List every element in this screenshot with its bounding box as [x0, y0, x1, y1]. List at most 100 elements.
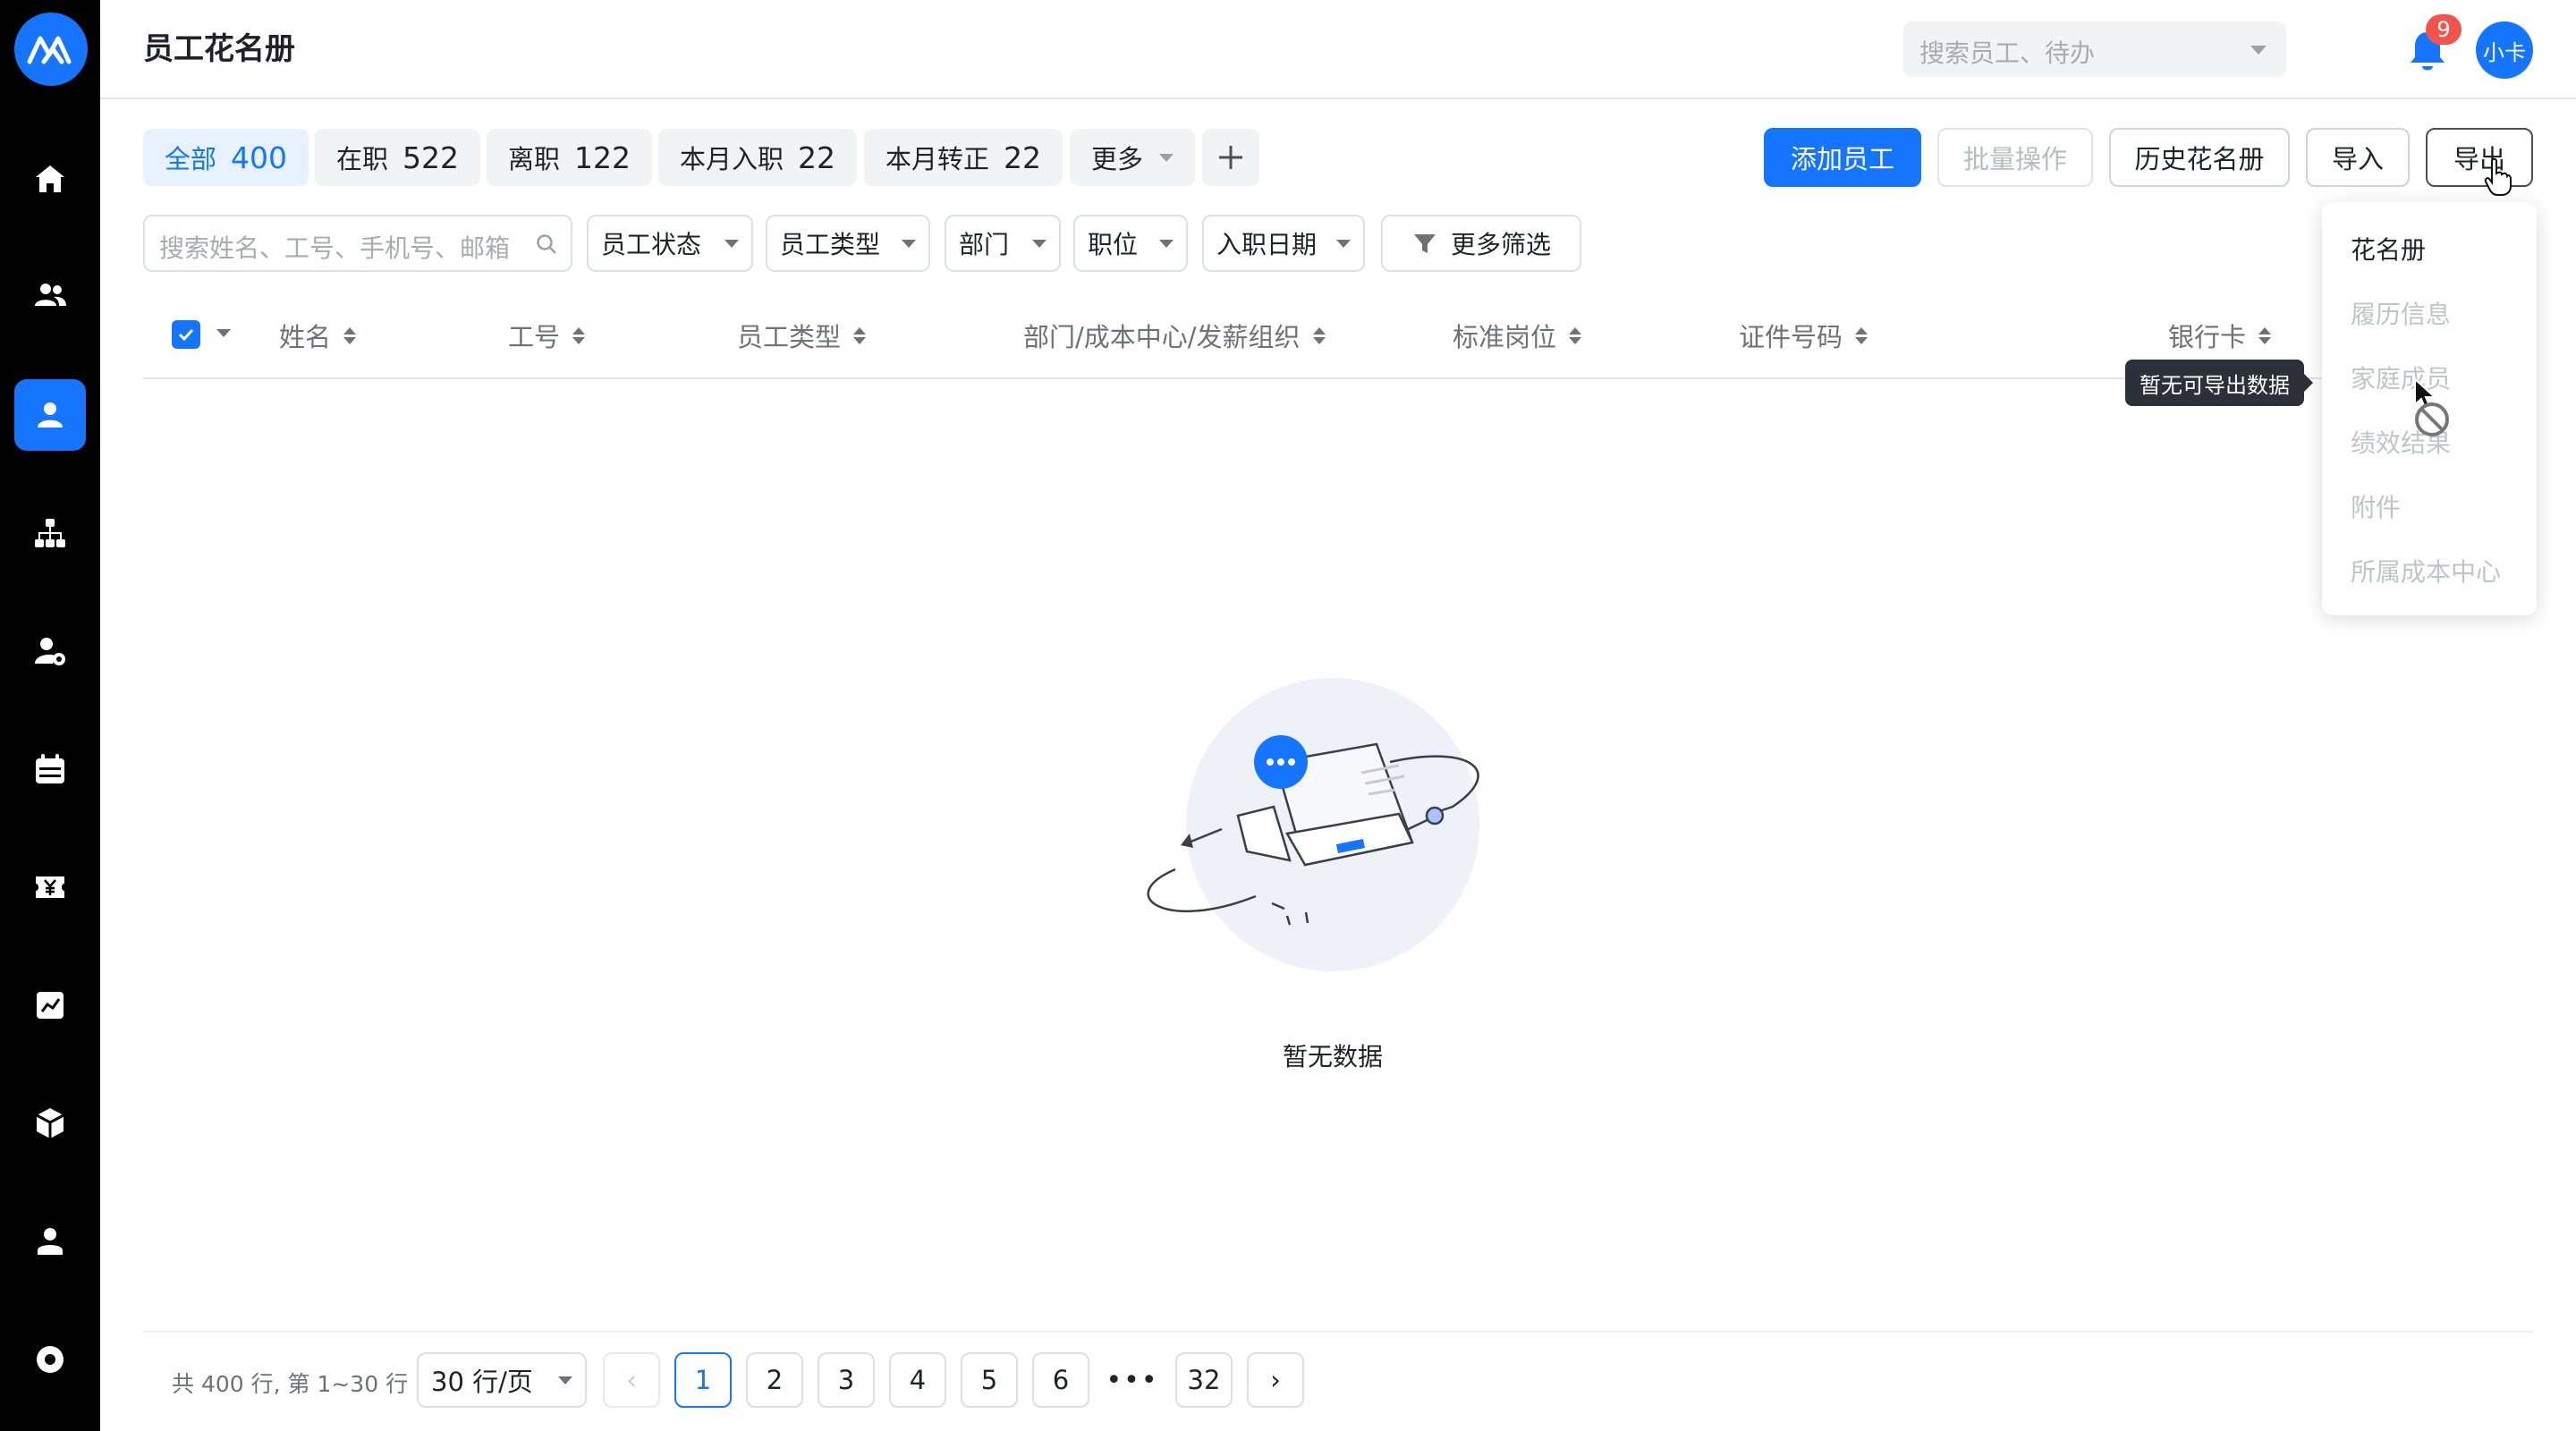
employee-status-filter[interactable]: 员工状态: [587, 215, 753, 272]
tab-label: 在职: [336, 144, 389, 174]
export-menu-attachments[interactable]: 附件: [2351, 488, 2401, 524]
filter-label: 员工类型: [780, 230, 881, 259]
sort-icon[interactable]: [853, 326, 867, 344]
sort-icon[interactable]: [572, 326, 586, 344]
nav-user-settings[interactable]: [14, 615, 86, 687]
page-5-button[interactable]: 5: [961, 1352, 1018, 1408]
calendar-icon: [36, 754, 64, 783]
nav-assets[interactable]: [14, 1088, 86, 1159]
batch-operations-button[interactable]: 批量操作: [1937, 128, 2093, 187]
next-page-button[interactable]: ›: [1247, 1352, 1304, 1408]
export-menu-resume[interactable]: 履历信息: [2351, 295, 2451, 331]
page-3-button[interactable]: 3: [818, 1352, 875, 1408]
add-tab-button[interactable]: [1202, 129, 1259, 186]
nav-roster[interactable]: [14, 379, 86, 451]
department-filter[interactable]: 部门: [945, 215, 1061, 272]
column-label: 证件号码: [1739, 322, 1843, 352]
export-menu-roster[interactable]: 花名册: [2351, 231, 2426, 267]
chevron-down-icon: [902, 239, 916, 248]
sort-icon[interactable]: [1312, 326, 1326, 344]
tab-active-employees[interactable]: 在职 522: [315, 129, 481, 186]
column-label: 部门/成本中心/发薪组织: [1023, 322, 1301, 352]
select-all-checkbox[interactable]: [172, 320, 200, 349]
global-search-select[interactable]: 搜索员工、待办: [1903, 21, 2286, 77]
column-header-department[interactable]: 部门/成本中心/发薪组织: [1023, 317, 1326, 354]
nav-home[interactable]: [14, 143, 86, 215]
column-header-employee-type[interactable]: 员工类型: [737, 317, 867, 354]
settings-icon: [37, 1346, 64, 1373]
chevron-down-icon: [1159, 239, 1174, 248]
page-4-button[interactable]: 4: [889, 1352, 946, 1408]
nav-settings[interactable]: [14, 1324, 86, 1395]
user-icon: [38, 402, 63, 428]
tab-confirmed-this-month[interactable]: 本月转正 22: [864, 129, 1063, 186]
nav-org[interactable]: [14, 497, 86, 569]
tab-hired-this-month[interactable]: 本月入职 22: [658, 129, 858, 186]
add-employee-button[interactable]: 添加员工: [1764, 128, 1921, 187]
chevron-down-icon: [558, 1376, 572, 1384]
tab-count: 522: [402, 140, 460, 175]
global-search-placeholder: 搜索员工、待办: [1919, 38, 2096, 68]
tab-all[interactable]: 全部 400: [143, 129, 309, 186]
nav-payroll[interactable]: [14, 851, 86, 923]
person-badge-icon: [38, 1228, 63, 1255]
position-filter[interactable]: 职位: [1073, 215, 1188, 272]
pagination-divider: [143, 1331, 2533, 1333]
tooltip-arrow: [2304, 374, 2313, 392]
column-label: 标准岗位: [1453, 322, 1557, 352]
chevron-down-icon: [724, 239, 739, 248]
tab-count: 22: [798, 140, 836, 175]
page-size-select[interactable]: 30 行/页: [417, 1352, 587, 1408]
tab-count: 400: [231, 140, 288, 175]
page-title: 员工花名册: [143, 31, 295, 67]
history-roster-button[interactable]: 历史花名册: [2109, 128, 2290, 187]
tab-more[interactable]: 更多: [1070, 129, 1196, 186]
chevron-down-icon: [2250, 46, 2267, 55]
chevron-down-icon: [1336, 239, 1351, 248]
sort-icon[interactable]: [1855, 326, 1868, 344]
nav-calendar[interactable]: [14, 733, 86, 805]
import-button[interactable]: 导入: [2306, 128, 2410, 187]
column-header-id-number[interactable]: 证件号码: [1739, 317, 1868, 354]
page-size-value: 30 行/页: [431, 1367, 533, 1397]
column-header-employee-id[interactable]: 工号: [508, 317, 586, 354]
filter-label: 入职日期: [1216, 230, 1318, 259]
more-filters-label: 更多筛选: [1450, 230, 1551, 259]
page-6-button[interactable]: 6: [1032, 1352, 1089, 1408]
tab-count: 22: [1004, 140, 1042, 175]
tab-label: 本月入职: [680, 144, 784, 174]
tab-label: 更多: [1091, 144, 1144, 174]
user-avatar[interactable]: 小卡: [2476, 21, 2533, 79]
nav-performance[interactable]: [14, 970, 86, 1041]
org-chart-icon: [35, 519, 65, 547]
page-1-button[interactable]: 1: [674, 1352, 732, 1408]
employee-type-filter[interactable]: 员工类型: [766, 215, 930, 272]
check-icon: [178, 328, 194, 342]
tab-count: 122: [574, 140, 631, 175]
sort-icon[interactable]: [1569, 326, 1582, 344]
page-32-button[interactable]: 32: [1175, 1352, 1233, 1408]
export-menu-cost-center[interactable]: 所属成本中心: [2351, 553, 2501, 588]
column-header-name[interactable]: 姓名: [279, 317, 357, 354]
empty-state-text: 暂无数据: [1282, 1042, 1383, 1071]
more-filters-button[interactable]: 更多筛选: [1381, 215, 1581, 272]
column-header-standard-position[interactable]: 标准岗位: [1453, 317, 1582, 354]
app-logo[interactable]: [14, 13, 88, 86]
tab-resigned[interactable]: 离职 122: [487, 129, 653, 186]
page-2-button[interactable]: 2: [746, 1352, 803, 1408]
column-label: 工号: [508, 322, 561, 352]
filter-label: 职位: [1088, 230, 1139, 259]
nav-team[interactable]: [14, 259, 86, 331]
employee-search-input[interactable]: 搜索姓名、工号、手机号、邮箱: [143, 215, 572, 272]
export-button[interactable]: 导出: [2426, 128, 2533, 187]
sort-icon[interactable]: [343, 326, 357, 344]
select-options-chevron-icon[interactable]: [216, 329, 231, 337]
filter-label: 员工状态: [601, 230, 702, 259]
export-disabled-tooltip: 暂无可导出数据: [2125, 360, 2313, 406]
hire-date-filter[interactable]: 入职日期: [1202, 215, 1365, 272]
sort-icon[interactable]: [2258, 326, 2272, 344]
nav-profile[interactable]: [14, 1206, 86, 1277]
pagination-ellipsis[interactable]: •••: [1104, 1352, 1161, 1408]
column-header-bank-card[interactable]: 银行卡: [2168, 317, 2272, 354]
prev-page-button[interactable]: ‹: [603, 1352, 660, 1408]
